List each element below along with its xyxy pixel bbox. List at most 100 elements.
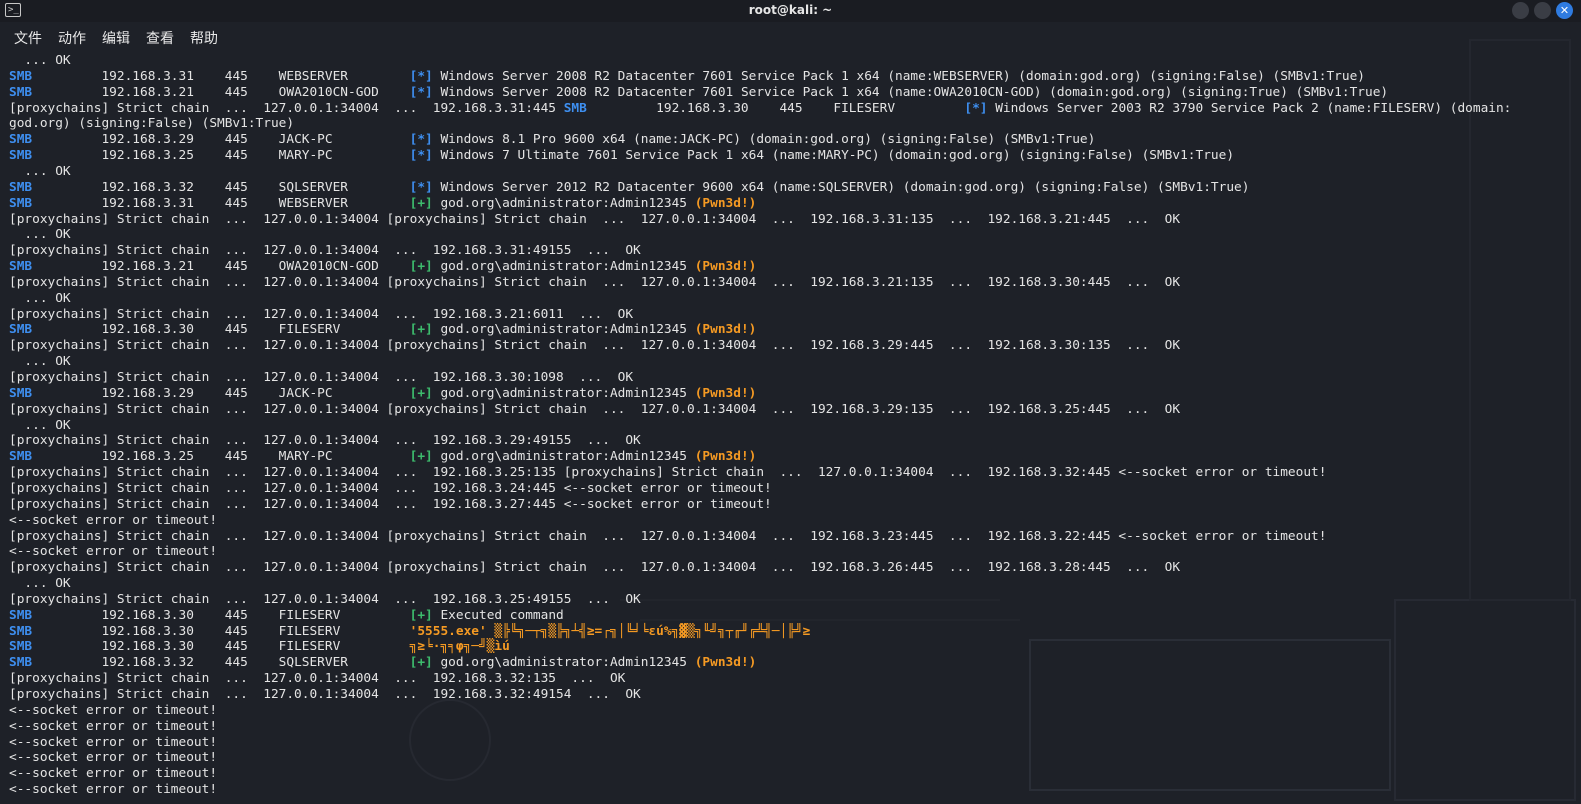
terminal-line: SMB 192.168.3.30 445 FILESERV [+] Execut…: [9, 608, 564, 624]
terminal-output[interactable]: ... OK SMB 192.168.3.31 445 WEBSERVER [*]…: [9, 53, 1575, 804]
terminal-text: 192.168.3.31 445 WEBSERVER: [32, 195, 410, 211]
terminal-smb-text: SMB: [9, 385, 33, 401]
terminal-line: [proxychains] Strict chain ... 127.0.0.1…: [9, 560, 1180, 576]
terminal-smb-text: SMB: [9, 132, 33, 148]
minimize-button[interactable]: [1512, 2, 1529, 19]
terminal-line: [proxychains] Strict chain ... 127.0.0.1…: [9, 433, 641, 449]
terminal-line: [proxychains] Strict chain ... 127.0.0.1…: [9, 101, 1511, 117]
terminal-line: ... OK: [9, 227, 71, 243]
terminal-line: [proxychains] Strict chain ... 127.0.0.1…: [9, 275, 1180, 291]
terminal-plus-text: [+]: [409, 385, 433, 401]
title-bar: >_ root@kali: ~ ✕: [0, 0, 1581, 22]
terminal-text: <--socket error or timeout!: [9, 702, 218, 718]
menu-help[interactable]: 帮助: [190, 28, 218, 48]
terminal-line: ... OK: [9, 291, 70, 307]
terminal-line: <--socket error or timeout!: [9, 735, 217, 751]
terminal-line: [proxychains] Strict chain ... 127.0.0.1…: [9, 307, 633, 323]
terminal-text: ... OK: [9, 354, 71, 370]
terminal-line: ... OK: [9, 576, 71, 592]
terminal-text: god.org\administrator:Admin12345: [432, 655, 695, 671]
terminal-text: <--socket error or timeout!: [9, 750, 218, 766]
terminal-text: [proxychains] Strict chain ... 127.0.0.1…: [9, 370, 634, 385]
terminal-pwn-text: (Pwn3d!): [694, 385, 757, 401]
terminal-line: god.org) (signing:False) (SMBv1:True): [9, 116, 294, 132]
terminal-text: ... OK: [9, 576, 71, 591]
terminal-text: Windows 7 Ultimate 7601 Service Pack 1 x…: [432, 148, 1235, 164]
terminal-smb-text: SMB: [9, 179, 33, 195]
terminal-text: 192.168.3.21 445 OWA2010CN-GOD: [32, 84, 410, 100]
terminal-text: [proxychains] Strict chain ... 127.0.0.1…: [9, 528, 1327, 544]
terminal-text: ... OK: [9, 164, 71, 179]
terminal-text: [proxychains] Strict chain ... 127.0.0.1…: [9, 306, 634, 322]
terminal-text: 192.168.3.25 445 MARY-PC: [32, 449, 410, 465]
terminal-line: SMB 192.168.3.25 445 MARY-PC [+] god.org…: [9, 449, 756, 465]
terminal-text: god.org\administrator:Admin12345: [432, 259, 695, 274]
terminal-smb-text: SMB: [9, 623, 33, 639]
terminal-text: [proxychains] Strict chain ... 127.0.0.1…: [9, 671, 626, 687]
terminal-line: [proxychains] Strict chain ... 127.0.0.1…: [9, 370, 633, 386]
terminal-text: 192.168.3.30 445 FILESERV: [32, 607, 410, 623]
terminal-text: Windows Server 2008 R2 Datacenter 7601 S…: [432, 84, 1389, 100]
terminal-line: [proxychains] Strict chain ... 127.0.0.1…: [9, 481, 772, 497]
terminal-line: <--socket error or timeout!: [9, 719, 217, 735]
terminal-line: SMB 192.168.3.21 445 OWA2010CN-GOD [*] W…: [9, 85, 1388, 101]
terminal-plus-text: [+]: [409, 259, 433, 274]
terminal-star-text: [*]: [409, 148, 433, 164]
terminal-line: [proxychains] Strict chain ... 127.0.0.1…: [9, 671, 625, 687]
terminal-text: [proxychains] Strict chain ... 127.0.0.1…: [9, 433, 641, 449]
terminal-line: [proxychains] Strict chain ... 127.0.0.1…: [9, 212, 1180, 228]
terminal-line: [proxychains] Strict chain ... 127.0.0.1…: [9, 497, 772, 513]
terminal-line: [proxychains] Strict chain ... 127.0.0.1…: [9, 592, 641, 608]
terminal-text: 192.168.3.30 445 FILESERV: [32, 639, 410, 655]
terminal-text: <--socket error or timeout!: [9, 734, 218, 750]
terminal-text: Windows Server 2008 R2 Datacenter 7601 S…: [432, 68, 1365, 84]
maximize-button[interactable]: [1534, 2, 1551, 19]
terminal-text: <--socket error or timeout!: [9, 782, 218, 798]
window-title: root@kali: ~: [748, 3, 833, 17]
terminal-window: >_ root@kali: ~ ✕ 文件 动作 编辑 查看 帮助 ... OK S…: [0, 0, 1581, 804]
terminal-line: ... OK: [9, 164, 71, 180]
close-button[interactable]: ✕: [1556, 2, 1573, 19]
terminal-text: Executed command: [432, 607, 564, 623]
terminal-line: [proxychains] Strict chain ... 127.0.0.1…: [9, 338, 1180, 354]
terminal-plus-text: [+]: [409, 655, 433, 671]
terminal-line: SMB 192.168.3.29 445 JACK-PC [*] Windows…: [9, 132, 1095, 148]
terminal-smb-text: SMB: [9, 195, 33, 211]
terminal-smb-text: SMB: [9, 148, 33, 164]
terminal-smb-text: SMB: [9, 259, 33, 274]
terminal-star-text: [*]: [409, 132, 433, 148]
terminal-line: [proxychains] Strict chain ... 127.0.0.1…: [9, 243, 641, 259]
terminal-text: <--socket error or timeout!: [9, 766, 218, 782]
menu-action[interactable]: 动作: [58, 28, 86, 48]
terminal-smb-text: SMB: [9, 84, 33, 100]
menu-view[interactable]: 查看: [146, 28, 174, 48]
menu-edit[interactable]: 编辑: [102, 28, 130, 48]
terminal-text: god.org\administrator:Admin12345: [432, 322, 695, 338]
menu-file[interactable]: 文件: [14, 28, 42, 48]
terminal-text: god.org\administrator:Admin12345: [432, 195, 695, 211]
terminal-line: SMB 192.168.3.25 445 MARY-PC [*] Windows…: [9, 148, 1234, 164]
terminal-text: [proxychains] Strict chain ... 127.0.0.1…: [9, 211, 1181, 227]
terminal-text: [proxychains] Strict chain ... 127.0.0.1…: [9, 100, 564, 116]
terminal-text: 192.168.3.29 445 JACK-PC: [32, 132, 410, 148]
terminal-line: SMB 192.168.3.30 445 FILESERV [+] god.or…: [9, 322, 756, 338]
terminal-text: god.org\administrator:Admin12345: [432, 449, 695, 465]
terminal-smb-text: SMB: [9, 639, 33, 655]
terminal-line: SMB 192.168.3.29 445 JACK-PC [+] god.org…: [9, 386, 756, 402]
terminal-text: god.org\administrator:Admin12345: [432, 385, 695, 401]
terminal-text: ... OK: [9, 227, 71, 243]
terminal-text: 192.168.3.32 445 SQLSERVER: [32, 179, 410, 195]
terminal-plus-text: [+]: [409, 449, 433, 465]
terminal-text: [proxychains] Strict chain ... 127.0.0.1…: [9, 401, 1181, 417]
terminal-line: <--socket error or timeout!: [9, 544, 217, 560]
terminal-smb-text: SMB: [9, 607, 33, 623]
terminal-text: [proxychains] Strict chain ... 127.0.0.1…: [9, 591, 641, 607]
terminal-line: SMB 192.168.3.21 445 OWA2010CN-GOD [+] g…: [9, 259, 756, 275]
terminal-line: <--socket error or timeout!: [9, 766, 217, 782]
terminal-line: SMB 192.168.3.30 445 FILESERV '5555.exe'…: [9, 624, 810, 640]
terminal-line: <--socket error or timeout!: [9, 750, 217, 766]
terminal-line: [proxychains] Strict chain ... 127.0.0.1…: [9, 465, 1326, 481]
terminal-text: [proxychains] Strict chain ... 127.0.0.1…: [9, 338, 1181, 354]
terminal-text: 192.168.3.21 445 OWA2010CN-GOD: [32, 259, 410, 274]
terminal-text: ... OK: [9, 53, 71, 68]
